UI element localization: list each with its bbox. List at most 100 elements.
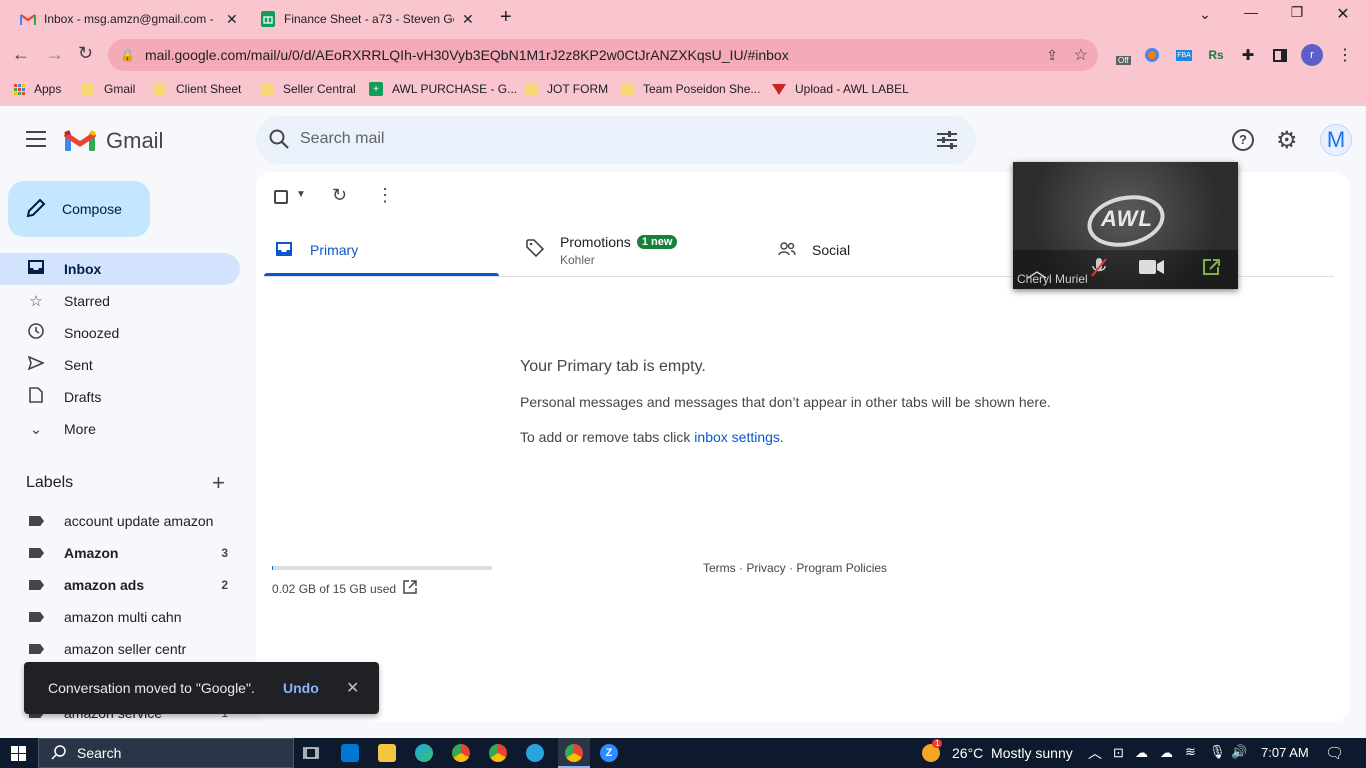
- forward-icon[interactable]: →: [46, 44, 64, 65]
- browser-menu-icon[interactable]: ⋮: [1336, 46, 1354, 64]
- chrome-profile-icon[interactable]: [489, 744, 507, 762]
- side-panel-icon[interactable]: [1271, 46, 1289, 64]
- add-label-icon[interactable]: +: [212, 470, 225, 496]
- bookmark-upload-awl-label[interactable]: Upload - AWL LABEL: [772, 82, 909, 96]
- undo-button[interactable]: Undo: [283, 680, 319, 696]
- select-all-checkbox[interactable]: [274, 190, 288, 204]
- new-tab-icon[interactable]: +: [500, 6, 512, 29]
- extension-off-icon[interactable]: Off: [1114, 46, 1132, 65]
- label-item[interactable]: amazon multi cahn: [0, 601, 240, 633]
- fba-extension-icon[interactable]: FBA: [1175, 46, 1193, 64]
- tab-promotions[interactable]: Promotions 1 new Kohler: [516, 224, 756, 276]
- toast-message: Conversation moved to "Google".: [48, 680, 255, 696]
- task-view-icon[interactable]: [302, 744, 320, 762]
- mic-muted-icon[interactable]: [1089, 256, 1109, 283]
- bookmark-gmail[interactable]: Gmail: [82, 82, 135, 96]
- taskbar-search-box[interactable]: Search: [38, 738, 294, 768]
- colorful-extension-icon[interactable]: [1143, 46, 1161, 64]
- nav-snoozed[interactable]: Snoozed: [0, 317, 240, 349]
- nav-starred[interactable]: ☆ Starred: [0, 285, 240, 317]
- profile-avatar[interactable]: r: [1301, 44, 1323, 66]
- nav-more[interactable]: ⌄ More: [0, 413, 240, 445]
- search-bar[interactable]: Search mail: [256, 116, 976, 164]
- privacy-link[interactable]: Privacy: [746, 561, 785, 575]
- telegram-icon[interactable]: [526, 744, 544, 762]
- label-item[interactable]: amazon ads 2: [0, 569, 240, 601]
- chrome-icon[interactable]: [452, 744, 470, 762]
- folder-icon: [621, 83, 633, 95]
- search-options-icon[interactable]: [936, 130, 958, 155]
- unread-count: 2: [221, 578, 228, 592]
- more-options-icon[interactable]: ⋮: [376, 185, 394, 206]
- share-icon[interactable]: ⇪: [1046, 47, 1058, 64]
- label-tag-icon: [29, 516, 44, 526]
- nav-drafts[interactable]: Drafts: [0, 381, 240, 413]
- file-explorer-icon[interactable]: [378, 744, 396, 762]
- window-close-icon[interactable]: ✕: [1320, 4, 1366, 24]
- program-policies-link[interactable]: Program Policies: [796, 561, 887, 575]
- search-input[interactable]: Search mail: [300, 130, 384, 148]
- weather-text[interactable]: 26°C Mostly sunny: [952, 745, 1073, 761]
- minimize-icon[interactable]: —: [1228, 4, 1274, 20]
- open-external-icon[interactable]: [403, 580, 417, 597]
- nav-sent[interactable]: Sent: [0, 349, 240, 381]
- back-icon[interactable]: ←: [12, 44, 30, 65]
- label-item[interactable]: amazon seller centr: [0, 633, 240, 665]
- open-window-icon[interactable]: [1201, 258, 1221, 281]
- help-icon[interactable]: ?: [1232, 129, 1254, 151]
- main-menu-icon[interactable]: [26, 131, 46, 147]
- bookmark-seller-central[interactable]: Seller Central: [261, 82, 356, 96]
- bookmark-client-sheet[interactable]: Client Sheet: [154, 82, 241, 96]
- tray-chevron-up-icon[interactable]: ︿: [1088, 743, 1102, 763]
- chrome-active-icon[interactable]: [565, 744, 583, 762]
- refresh-icon[interactable]: ↻: [332, 185, 347, 206]
- chevron-down-icon: ⌄: [29, 421, 43, 438]
- tab-search-icon[interactable]: ⌄: [1182, 6, 1228, 23]
- select-dropdown-icon[interactable]: ▼: [296, 189, 306, 200]
- zoom-icon[interactable]: Z: [600, 744, 618, 762]
- inbox-settings-link[interactable]: inbox settings: [694, 429, 780, 445]
- label-item[interactable]: account update amazon: [0, 505, 240, 537]
- nav-inbox[interactable]: Inbox: [0, 253, 240, 285]
- cloud-sync-icon[interactable]: ☁: [1160, 745, 1173, 761]
- wifi-icon[interactable]: ≋: [1185, 744, 1196, 760]
- restore-icon[interactable]: ❐: [1274, 4, 1320, 21]
- video-camera-icon[interactable]: [1139, 260, 1165, 279]
- bookmark-apps[interactable]: Apps: [14, 82, 61, 96]
- search-icon[interactable]: [268, 128, 290, 155]
- terms-link[interactable]: Terms: [703, 561, 736, 575]
- video-call-popup[interactable]: AWL ︿ Cheryl Muriel: [1013, 162, 1238, 289]
- onedrive-cloud-icon[interactable]: ☁: [1135, 745, 1148, 761]
- weather-sun-icon[interactable]: 1: [922, 739, 943, 762]
- extensions-puzzle-icon[interactable]: ✚: [1239, 46, 1257, 64]
- clock-time[interactable]: 7:07 AM: [1261, 745, 1309, 760]
- bookmark-awl-purchase[interactable]: + AWL PURCHASE - G...: [369, 82, 517, 96]
- account-avatar[interactable]: M: [1320, 124, 1352, 156]
- rs-extension-icon[interactable]: Rs: [1207, 46, 1225, 64]
- gmail-logo-text: Gmail: [106, 128, 164, 153]
- bookmark-star-icon[interactable]: ☆: [1074, 45, 1088, 65]
- compose-button[interactable]: Compose: [8, 181, 150, 237]
- close-tab-icon[interactable]: ✕: [226, 11, 238, 28]
- browser-tab-finance[interactable]: Finance Sheet - a73 - Steven Ger ✕: [250, 4, 486, 34]
- notifications-icon[interactable]: 🗨: [1325, 744, 1344, 762]
- tab-primary[interactable]: Primary: [264, 224, 499, 276]
- store-icon[interactable]: [341, 744, 359, 762]
- settings-gear-icon[interactable]: ⚙: [1276, 126, 1298, 155]
- browser-tab-inbox[interactable]: Inbox - msg.amzn@gmail.com - ✕: [10, 4, 250, 34]
- volume-icon[interactable]: 🔊: [1231, 744, 1247, 760]
- address-bar[interactable]: 🔒 mail.google.com/mail/u/0/d/AEoRXRRLQIh…: [108, 39, 1098, 71]
- reload-icon[interactable]: ↻: [78, 43, 93, 64]
- close-icon[interactable]: ✕: [346, 678, 359, 698]
- empty-description: Personal messages and messages that don’…: [520, 394, 1051, 410]
- bookmark-team-poseidon[interactable]: Team Poseidon She...: [621, 82, 760, 96]
- windows-start-icon[interactable]: [11, 746, 26, 764]
- microphone-icon[interactable]: 🎙: [1209, 744, 1226, 760]
- edge-icon[interactable]: [415, 744, 433, 762]
- gmail-logo-icon[interactable]: [63, 129, 97, 158]
- tab-social[interactable]: Social: [768, 224, 1008, 276]
- close-tab-icon[interactable]: ✕: [462, 11, 474, 28]
- bookmark-jot-form[interactable]: JOT FORM: [525, 82, 608, 96]
- meet-now-icon[interactable]: ⊡: [1113, 745, 1124, 761]
- label-item[interactable]: Amazon 3: [0, 537, 240, 569]
